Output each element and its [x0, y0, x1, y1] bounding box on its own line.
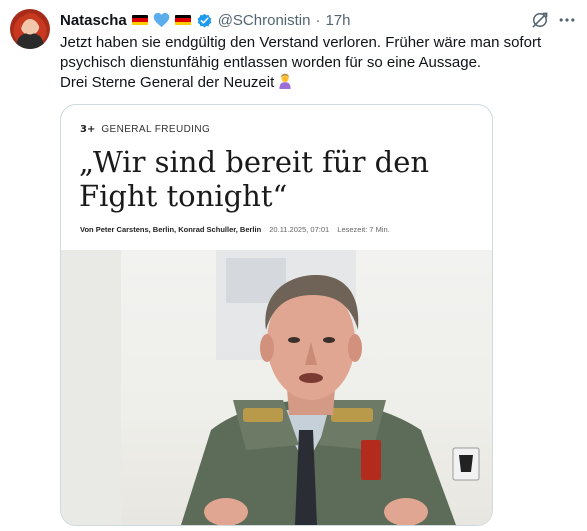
avatar[interactable]	[10, 9, 50, 49]
more-icon[interactable]	[557, 10, 577, 30]
woman-facepalming-emoji	[279, 73, 291, 89]
grok-icon[interactable]	[530, 10, 550, 30]
article-photo[interactable]	[61, 250, 492, 525]
author-handle[interactable]: @SChronistin	[218, 12, 311, 29]
tweet-text-line: Drei Sterne General der Neuzeit	[60, 74, 275, 91]
germany-flag-icon	[174, 14, 191, 26]
article-headline[interactable]: „Wir sind bereit für den Fight tonight“	[79, 145, 479, 213]
byline-authors: Von Peter Carstens, Berlin, Konrad Schul…	[80, 225, 262, 234]
byline-date: 20.11.2025, 07:01	[269, 225, 330, 234]
byline-reading-time: Lesezeit: 7 Min.	[337, 225, 390, 234]
article-kicker-row: 3+ GENERAL FREUDING	[80, 122, 210, 136]
tweet-timestamp[interactable]: 17h	[325, 12, 350, 29]
article-kicker: GENERAL FREUDING	[101, 123, 211, 135]
author-name[interactable]: Natascha	[60, 12, 127, 29]
tweet-text: Jetzt haben sie endgültig den Verstand v…	[60, 33, 570, 93]
article-byline: Von Peter Carstens, Berlin, Konrad Schul…	[80, 225, 390, 234]
tweet[interactable]: Natascha @SChronistin · 17h Jetzt haben …	[0, 0, 587, 531]
germany-flag-icon	[131, 14, 148, 26]
separator-dot: ·	[315, 11, 321, 29]
publication-badge: 3+	[80, 123, 96, 135]
tweet-text-line: psychisch dienstunfähig entlassen worden…	[60, 54, 482, 71]
tweet-text-line: Jetzt haben sie endgültig den Verstand v…	[60, 34, 542, 51]
article-photo-illustration	[61, 250, 480, 525]
link-preview-card[interactable]: 3+ GENERAL FREUDING „Wir sind bereit für…	[60, 104, 493, 526]
tweet-header: Natascha @SChronistin · 17h	[60, 10, 351, 30]
blue-heart-icon	[153, 12, 169, 28]
verified-badge-icon[interactable]	[196, 12, 213, 29]
